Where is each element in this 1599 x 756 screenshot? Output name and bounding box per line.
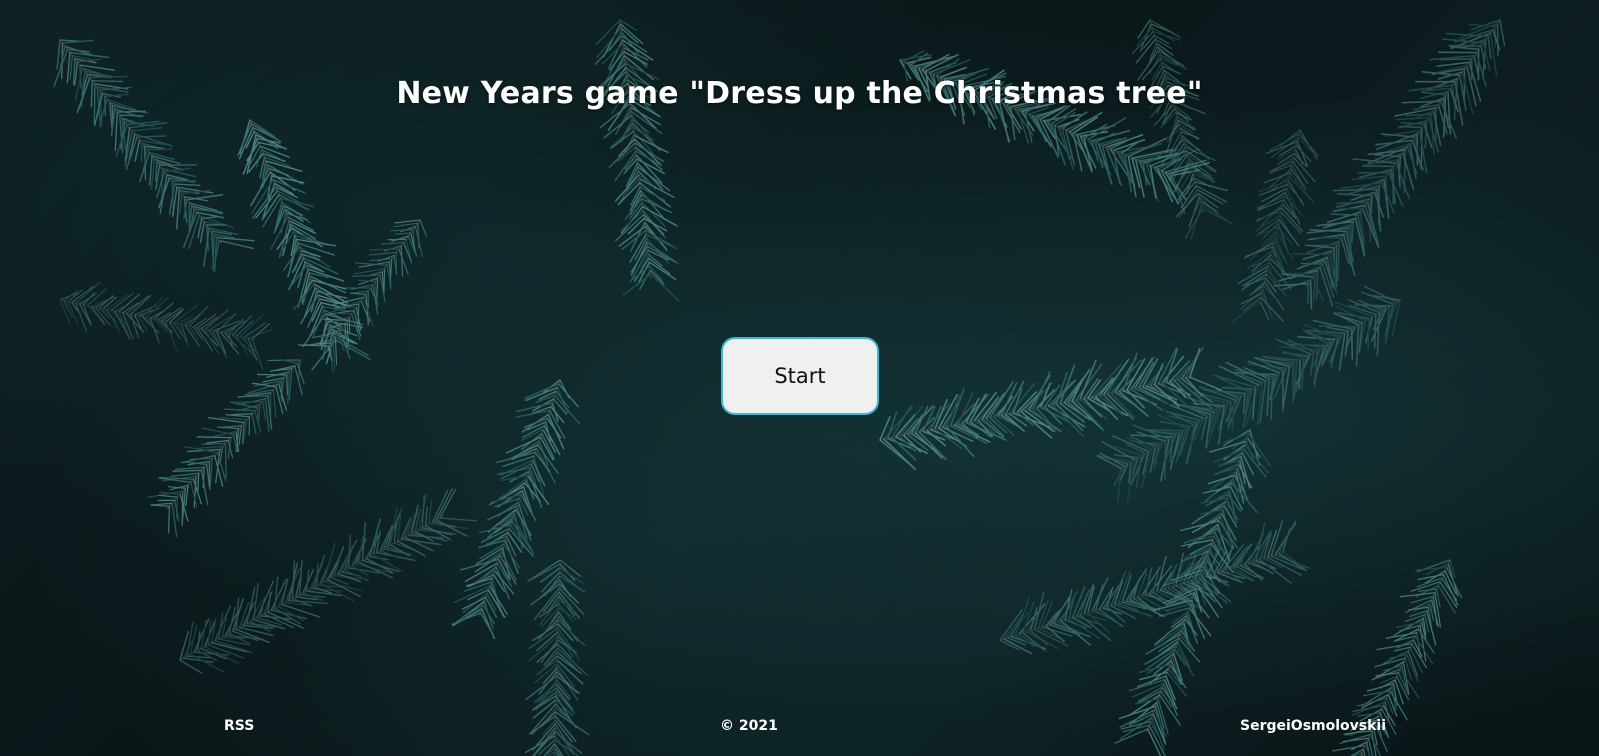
copyright-text: © 2021 [720,718,778,734]
rss-link[interactable]: RSS [224,718,254,734]
footer: RSS © 2021 SergeiOsmolovskii [0,714,1599,738]
start-button[interactable]: Start [721,337,879,415]
page-title: New Years game "Dress up the Christmas t… [396,76,1203,111]
author-link[interactable]: SergeiOsmolovskii [1240,718,1386,734]
game-start-page: New Years game "Dress up the Christmas t… [0,0,1599,756]
